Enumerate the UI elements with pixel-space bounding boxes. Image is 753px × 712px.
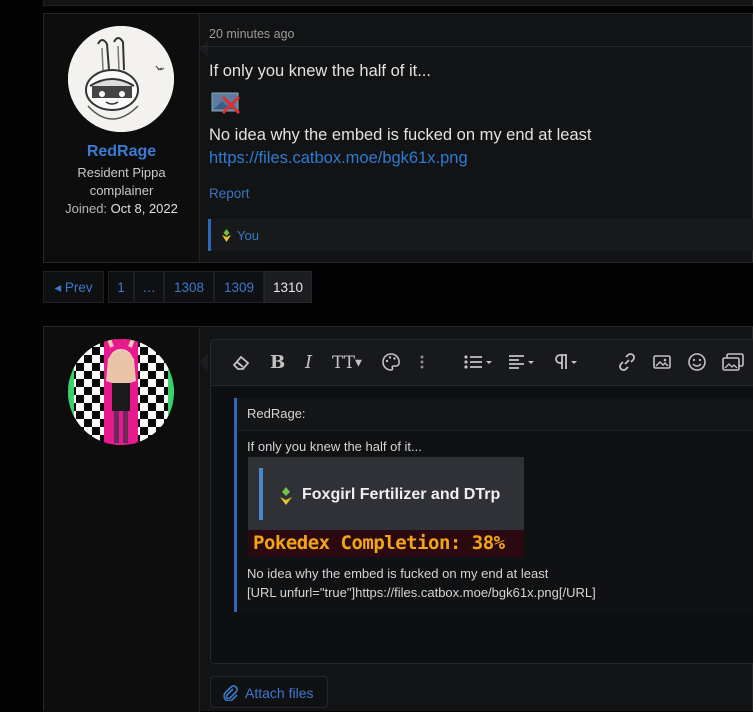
avatar-drawing [68,26,174,132]
embed-title: Foxgirl Fertilizer and DTrp [302,486,501,503]
reply-arrow [199,353,208,371]
quote-text: [URL unfurl="true"]https://files.catbox.… [247,585,596,600]
reply-user-panel [44,327,200,712]
reply-form: B I TT▼ RedRage: If only you knew the ha… [43,326,753,712]
post-link[interactable]: https://files.catbox.moe/bgk61x.png [209,149,468,168]
report-link[interactable]: Report [209,186,250,201]
palette-icon[interactable] [381,352,401,374]
page-link[interactable]: 1308 [164,271,214,303]
joined-date: Oct 8, 2022 [110,201,178,216]
smiley-icon[interactable] [687,352,707,374]
quote-text: No idea why the embed is fucked on my en… [247,566,549,581]
avatar[interactable] [68,339,174,445]
paragraph-icon[interactable] [551,352,581,374]
post-user-panel: RedRage Resident Pippa complainer Joined… [44,14,200,262]
eraser-icon[interactable] [231,352,251,374]
post-timestamp[interactable]: 20 minutes ago [209,27,294,41]
post: RedRage Resident Pippa complainer Joined… [43,13,753,263]
quote-text: If only you knew the half of it... [247,439,422,454]
page-ellipsis[interactable]: … [134,271,164,303]
current-page: 1310 [264,271,312,303]
embedded-image: Foxgirl Fertilizer and DTrp Pokedex Comp… [248,457,524,557]
quote-header: RedRage: [237,398,753,431]
quote-block: RedRage: If only you knew the half of it… [234,398,753,612]
page-link[interactable]: 1 [108,271,134,303]
avatar-drawing [68,339,174,445]
list-icon[interactable] [463,352,495,374]
editor-content[interactable]: RedRage: If only you knew the half of it… [211,386,753,664]
text-size-icon[interactable]: TT▼ [332,352,362,374]
joined-label: Joined: [65,201,108,216]
page-link[interactable]: 1309 [214,271,264,303]
paperclip-icon [223,685,238,701]
username[interactable]: RedRage [44,143,199,161]
rich-text-editor[interactable]: B I TT▼ RedRage: If only you knew the ha… [210,339,753,664]
more-vertical-icon[interactable] [419,352,425,374]
reactions-bar[interactable]: You [208,219,753,251]
reaction-icon [222,229,231,242]
attach-files-button[interactable]: Attach files [210,676,328,708]
post-divider [199,46,753,47]
editor-toolbar: B I TT▼ [211,340,753,386]
italic-icon[interactable]: I [305,352,312,374]
post-main: 20 minutes ago If only you knew the half… [199,14,753,262]
embed-caption: Pokedex Completion: 38% [253,532,505,554]
quote-author: RedRage: [247,406,306,421]
attach-files-label: Attach files [245,685,314,701]
broken-image-icon [211,92,241,115]
image-icon[interactable] [652,352,672,374]
media-icon[interactable] [721,352,745,374]
reaction-user[interactable]: You [237,228,259,243]
align-icon[interactable] [507,352,539,374]
avatar[interactable] [68,26,174,132]
post-body-line: If only you knew the half of it... [209,62,431,80]
joined-info: Joined: Oct 8, 2022 [44,201,199,216]
bold-icon[interactable]: B [270,352,285,374]
prev-page-button[interactable]: ◂ Prev [43,271,104,303]
previous-post-edge [43,0,753,6]
link-icon[interactable] [617,352,637,374]
user-title: Resident Pippa complainer [77,165,166,198]
post-body-line: No idea why the embed is fucked on my en… [209,126,592,144]
